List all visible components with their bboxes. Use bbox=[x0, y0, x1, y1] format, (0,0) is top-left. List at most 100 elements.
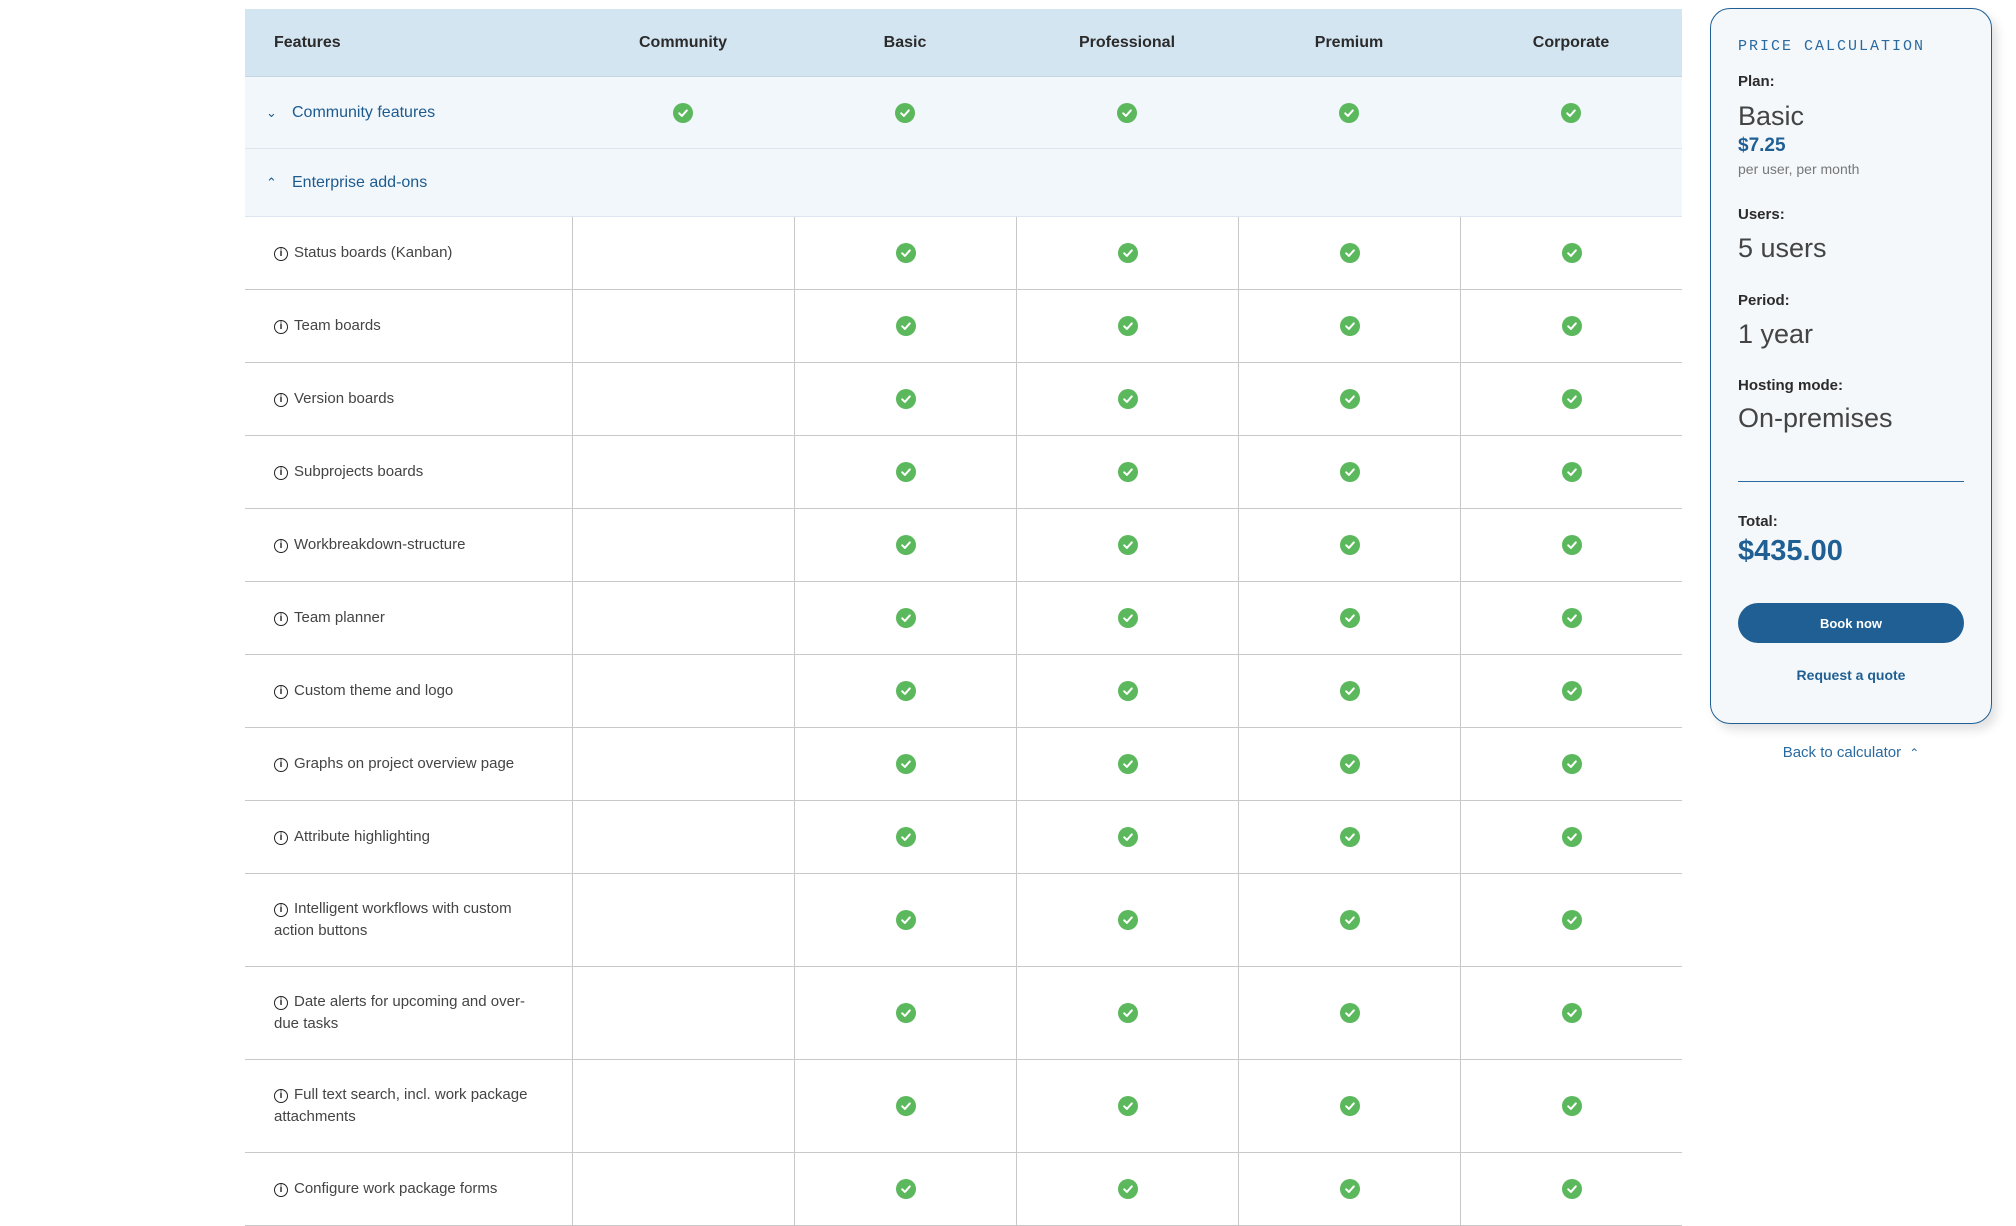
info-icon[interactable]: i bbox=[274, 831, 288, 845]
check-cell-professional bbox=[1016, 655, 1238, 727]
check-icon bbox=[895, 102, 915, 123]
check-cell-basic bbox=[794, 801, 1016, 873]
check-cell-community bbox=[572, 436, 794, 508]
plan-label: Plan: bbox=[1738, 73, 1775, 90]
group-community-features[interactable]: ⌄ Community features bbox=[245, 77, 1682, 149]
check-cell-community bbox=[572, 509, 794, 581]
info-icon[interactable]: i bbox=[274, 685, 288, 699]
check-icon bbox=[1117, 1003, 1138, 1023]
feature-name-cell: i Custom theme and logo bbox=[245, 680, 572, 702]
check-icon bbox=[895, 1003, 916, 1023]
check-cell-corporate bbox=[1460, 436, 1682, 508]
check-cell-corporate bbox=[1460, 728, 1682, 800]
plan-value: Basic bbox=[1738, 101, 1805, 131]
check-cell-community bbox=[572, 655, 794, 727]
info-icon[interactable]: i bbox=[274, 393, 288, 407]
check-cell-professional bbox=[1016, 874, 1238, 966]
feature-label: Version boards bbox=[294, 390, 395, 407]
check-cell-premium bbox=[1238, 655, 1460, 727]
feature-label: Intelligent workflows with custom action… bbox=[274, 900, 512, 939]
total-label: Total: bbox=[1738, 513, 1778, 530]
info-icon[interactable]: i bbox=[274, 320, 288, 334]
check-icon bbox=[1339, 1096, 1360, 1116]
info-icon[interactable]: i bbox=[274, 1183, 288, 1197]
check-icon bbox=[1339, 827, 1360, 847]
info-icon[interactable]: i bbox=[274, 903, 288, 917]
panel-title: PRICE CALCULATION bbox=[1738, 38, 1926, 55]
chevron-up-icon: ⌃ bbox=[266, 174, 277, 190]
check-cell-basic bbox=[794, 874, 1016, 966]
period-value: 1 year bbox=[1738, 319, 1814, 349]
check-cell-professional bbox=[1016, 582, 1238, 654]
feature-label: Configure work package forms bbox=[294, 1180, 498, 1197]
feature-name-cell: i Attribute highlighting bbox=[245, 826, 572, 848]
table-row: i Version boards bbox=[245, 363, 1682, 436]
info-icon[interactable]: i bbox=[274, 466, 288, 480]
table-row: i Date alerts for upcoming and over-due t… bbox=[245, 967, 1682, 1060]
header-plan-premium: Premium bbox=[1314, 33, 1384, 51]
table-header: Features Community Basic Professional Pr… bbox=[245, 9, 1682, 77]
check-icon bbox=[1117, 910, 1138, 930]
back-to-calculator-link[interactable]: Back to calculator ⌃ bbox=[1710, 744, 1992, 761]
check-cell-premium bbox=[1238, 801, 1460, 873]
check-icon bbox=[1561, 462, 1582, 482]
check-icon bbox=[1117, 102, 1137, 123]
request-quote-link[interactable]: Request a quote bbox=[1738, 667, 1964, 683]
feature-label: Subprojects boards bbox=[294, 463, 424, 480]
group-toggle-enterprise[interactable]: ⌃ Enterprise add-ons bbox=[245, 149, 1682, 216]
check-icon bbox=[1117, 754, 1138, 774]
feature-name-cell: i Team boards bbox=[245, 315, 572, 337]
check-icon bbox=[1561, 1096, 1582, 1116]
check-icon bbox=[1561, 754, 1582, 774]
check-cell-basic bbox=[794, 1060, 1016, 1152]
check-icon bbox=[895, 389, 916, 409]
info-icon[interactable]: i bbox=[274, 1089, 288, 1103]
info-icon[interactable]: i bbox=[274, 247, 288, 261]
check-icon bbox=[1339, 681, 1360, 701]
group-toggle-community[interactable]: ⌄ Community features bbox=[245, 77, 572, 148]
check-cell-premium bbox=[1238, 967, 1460, 1059]
check-cell-corporate bbox=[1460, 363, 1682, 435]
check-cell-basic bbox=[794, 655, 1016, 727]
check-cell-professional bbox=[1016, 217, 1238, 289]
feature-label: Status boards (Kanban) bbox=[294, 244, 453, 261]
info-icon[interactable]: i bbox=[274, 539, 288, 553]
check-icon bbox=[1561, 827, 1582, 847]
check-cell-premium bbox=[1238, 1060, 1460, 1152]
check-icon bbox=[1339, 535, 1360, 555]
check-cell-corporate bbox=[1460, 655, 1682, 727]
check-icon bbox=[895, 1179, 916, 1199]
table-row: i Configure work package forms bbox=[245, 1153, 1682, 1226]
group-enterprise-addons[interactable]: ⌃ Enterprise add-ons bbox=[245, 149, 1682, 217]
feature-name-cell: i Graphs on project overview page bbox=[245, 753, 572, 775]
info-icon[interactable]: i bbox=[274, 758, 288, 772]
check-icon bbox=[895, 1096, 916, 1116]
hosting-label: Hosting mode: bbox=[1738, 377, 1843, 394]
feature-name-cell: i Intelligent workflows with custom actio… bbox=[245, 898, 572, 942]
info-icon[interactable]: i bbox=[274, 996, 288, 1010]
header-plan-corporate: Corporate bbox=[1532, 33, 1610, 51]
check-cell-community bbox=[572, 290, 794, 362]
check-icon bbox=[1117, 535, 1138, 555]
check-icon bbox=[1339, 1179, 1360, 1199]
info-icon[interactable]: i bbox=[274, 612, 288, 626]
check-cell-basic bbox=[794, 967, 1016, 1059]
book-now-button[interactable]: Book now bbox=[1738, 603, 1964, 643]
check-cell bbox=[794, 77, 1016, 148]
check-cell-premium bbox=[1238, 217, 1460, 289]
header-features: Features bbox=[274, 33, 341, 51]
divider bbox=[1738, 481, 1964, 482]
check-cell-professional bbox=[1016, 801, 1238, 873]
users-value: 5 users bbox=[1738, 233, 1827, 263]
check-icon bbox=[1117, 681, 1138, 701]
feature-name-cell: i Team planner bbox=[245, 607, 572, 629]
check-icon bbox=[1117, 1179, 1138, 1199]
header-plan-professional: Professional bbox=[1078, 33, 1176, 51]
feature-comparison-table: Features Community Basic Professional Pr… bbox=[245, 9, 1682, 1226]
table-row: i Status boards (Kanban) bbox=[245, 217, 1682, 290]
table-row: i Graphs on project overview page bbox=[245, 728, 1682, 801]
feature-label: Team boards bbox=[294, 317, 381, 334]
plan-price: $7.25 bbox=[1738, 135, 1786, 156]
check-icon bbox=[1561, 389, 1582, 409]
check-icon bbox=[1339, 1003, 1360, 1023]
